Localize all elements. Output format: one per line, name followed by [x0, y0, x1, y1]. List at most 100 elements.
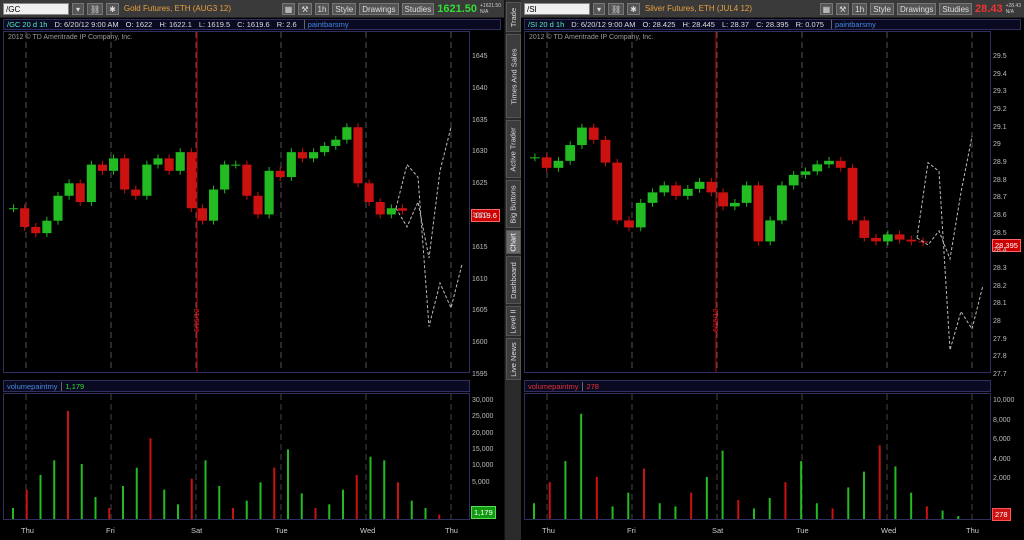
grid-layout-icon[interactable]: ▦	[281, 2, 296, 15]
candle-body	[635, 202, 646, 228]
sidebar-tab-chart[interactable]: Chart	[506, 230, 521, 254]
bar-open: O: 1622	[125, 20, 153, 29]
volume-bar	[611, 506, 614, 519]
price-tick-label: 27.7	[993, 371, 1007, 378]
wrench-icon[interactable]: ⚒	[298, 2, 312, 15]
projection-lower-line	[395, 163, 463, 327]
style-button[interactable]: Style	[870, 2, 894, 15]
sidebar-tab-active-trader[interactable]: Active Trader	[506, 120, 521, 178]
volume-study-name[interactable]: volumepaintmy	[528, 382, 578, 391]
volume-chart-svg	[533, 394, 973, 519]
volume-bar	[753, 508, 755, 519]
volume-bar	[369, 456, 372, 519]
study-label[interactable]: paintbarsmy	[303, 20, 349, 29]
instrument-description: Gold Futures, ETH (AUG3 12)	[123, 4, 232, 13]
volume-bar	[705, 476, 708, 519]
candle-body	[75, 183, 85, 202]
volume-bar	[108, 508, 111, 519]
volume-tick-label: 2,000	[993, 475, 1011, 483]
volume-tick-label: 15,000	[472, 446, 494, 453]
time-axis[interactable]: Thu Fri Sat Tue Wed Thu	[3, 524, 470, 540]
symbol-input[interactable]: /SI	[524, 2, 590, 15]
volume-bar	[643, 468, 645, 519]
chart-toolbar: /SI ▾ ⛓ ✱ Silver Futures, ETH (JUL4 12) …	[521, 0, 1024, 18]
volume-tick-label: 10,000	[472, 462, 494, 470]
volume-bar	[94, 497, 97, 519]
chart-symbol-period: /SI 20 d 1h	[528, 20, 565, 29]
period-button[interactable]: 1h	[852, 2, 868, 15]
time-tick-label: Sat	[191, 526, 203, 535]
link-icon[interactable]: ⛓	[87, 2, 104, 15]
style-button[interactable]: Style	[332, 2, 357, 15]
sidebar-tab-big-buttons[interactable]: Big Buttons	[506, 180, 521, 228]
candle-body	[386, 208, 396, 215]
studies-button[interactable]: Studies	[939, 2, 973, 15]
time-tick-label: Fri	[106, 526, 115, 535]
candle-body	[812, 164, 823, 172]
ohlc-info-bar: /SI 20 d 1h D: 6/20/12 9:00 AM O: 28.425…	[524, 19, 1021, 30]
volume-bar	[737, 500, 740, 519]
candle-body	[164, 158, 174, 171]
candle-body	[847, 167, 858, 221]
candle-body	[186, 152, 196, 209]
price-axis[interactable]: 1619.6 1,179 1645 1640 1635 1630 1625 1620 161…	[470, 31, 504, 521]
dropdown-icon[interactable]: ▾	[72, 2, 84, 15]
sidebar-tab-live-news[interactable]: Live News	[506, 338, 521, 380]
bar-range: R: 0.075	[795, 20, 824, 29]
price-tick-label: 27.9	[993, 335, 1007, 343]
candle-body	[824, 160, 834, 165]
candle-body	[9, 208, 19, 210]
price-axis[interactable]: 28.395 278 29.5 29.4 29.3 29.2 29.1 29 28.9 28.…	[991, 31, 1024, 521]
volume-chart[interactable]	[524, 393, 991, 520]
candle-body	[53, 195, 63, 221]
snowflake-icon[interactable]: ✱	[627, 2, 640, 15]
candle-body	[297, 152, 307, 159]
sidebar-tab-trade[interactable]: Trade	[506, 2, 521, 32]
volume-bar	[815, 503, 818, 519]
wrench-icon[interactable]: ⚒	[836, 2, 850, 15]
price-tick-label: 28.5	[993, 229, 1007, 237]
volume-bar	[80, 464, 83, 519]
link-icon[interactable]: ⛓	[608, 2, 625, 15]
drawings-button[interactable]: Drawings	[359, 2, 399, 15]
candle-body	[264, 170, 274, 215]
price-tick-label: 28.1	[993, 300, 1007, 308]
volume-chart[interactable]	[3, 393, 470, 520]
grid-layout-icon[interactable]: ▦	[819, 2, 834, 15]
volume-bar	[12, 508, 14, 519]
time-axis[interactable]: Thu Fri Sat Tue Wed Thu	[524, 524, 991, 540]
volume-tick-label: 5,000	[472, 478, 490, 486]
volume-bar	[287, 449, 289, 519]
time-tick-label: Thu	[966, 526, 979, 535]
dropdown-icon[interactable]: ▾	[593, 2, 605, 15]
candle-body	[253, 195, 263, 215]
volume-bar	[39, 475, 42, 519]
candle-body	[659, 185, 670, 193]
sidebar-tab-level-ii[interactable]: Level II	[506, 306, 521, 336]
volume-bar	[149, 438, 152, 519]
volume-bar	[424, 508, 427, 519]
candle-body	[331, 139, 341, 146]
bar-low: L: 28.37	[721, 20, 750, 29]
sidebar-tab-times-and-sales[interactable]: Times And Sales	[506, 34, 521, 118]
time-tick-label: Tue	[275, 526, 288, 535]
studies-button[interactable]: Studies	[401, 2, 435, 15]
date-marker-label: 6/15/12	[713, 308, 720, 332]
snowflake-icon[interactable]: ✱	[106, 2, 119, 15]
candle-body	[375, 202, 385, 215]
price-chart[interactable]: 2012 © TD Ameritrade IP Company, Inc. 6/…	[524, 31, 991, 373]
volume-study-name[interactable]: volumepaintmy	[7, 382, 57, 391]
price-chart[interactable]: 2012 © TD Ameritrade IP Company, Inc. 6/…	[3, 31, 470, 373]
candle-body	[753, 185, 764, 242]
volume-tick-label: 25,000	[472, 413, 494, 421]
study-label[interactable]: paintbarsmy	[830, 20, 876, 29]
candle-body	[86, 164, 96, 202]
sidebar-tab-dashboard[interactable]: Dashboard	[506, 256, 521, 304]
candle-body	[97, 164, 107, 171]
volume-bar	[328, 504, 331, 519]
period-button[interactable]: 1h	[314, 2, 330, 15]
price-tick-label: 1605	[472, 307, 488, 315]
volume-bar	[300, 493, 303, 519]
drawings-button[interactable]: Drawings	[897, 2, 937, 15]
symbol-input[interactable]: /GC	[3, 2, 69, 15]
